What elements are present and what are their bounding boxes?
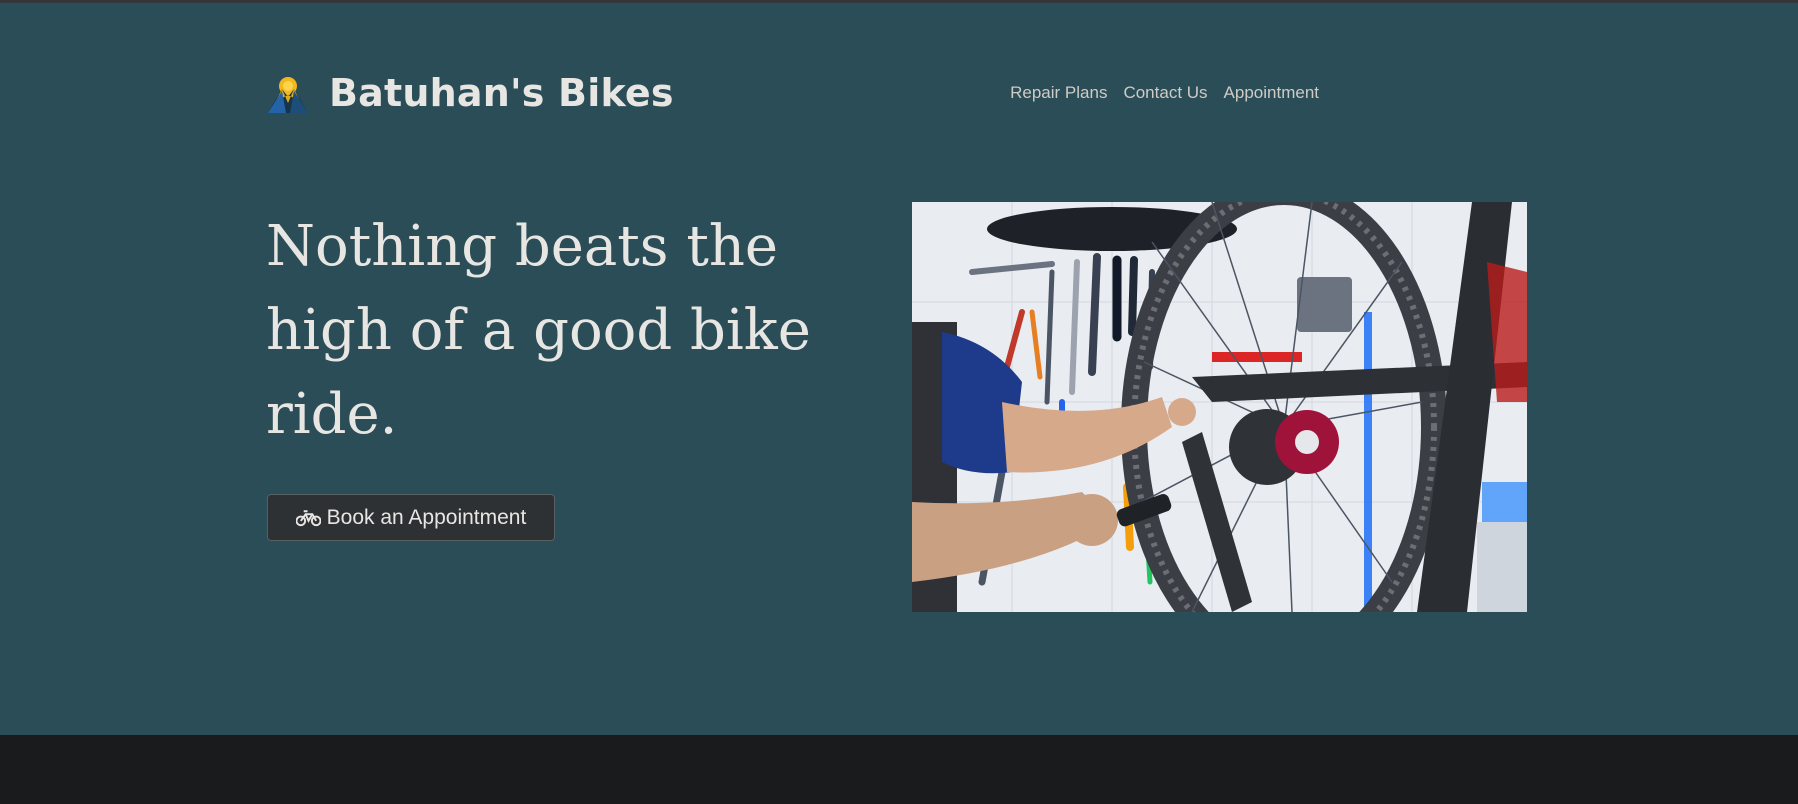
nav-link-repair-plans[interactable]: Repair Plans — [1010, 83, 1107, 103]
brand[interactable]: Batuhan's Bikes — [266, 67, 674, 119]
nav-link-appointment[interactable]: Appointment — [1224, 83, 1319, 103]
mechanic-repairing-bike-image — [912, 202, 1527, 612]
mountain-sun-logo-icon — [268, 77, 308, 113]
book-appointment-button[interactable]: Book an Appointment — [267, 494, 555, 541]
nav-link-contact-us[interactable]: Contact Us — [1123, 83, 1207, 103]
brand-name: Batuhan's Bikes — [329, 71, 674, 115]
book-appointment-label: Book an Appointment — [326, 505, 527, 529]
hero-section: Batuhan's Bikes Repair Plans Contact Us … — [0, 3, 1798, 735]
hero-headline: Nothing beats the high of a good bike ri… — [266, 214, 811, 447]
main-nav: Repair Plans Contact Us Appointment — [1010, 83, 1319, 103]
page-footer-band — [0, 735, 1798, 804]
bicycle-icon — [295, 509, 321, 526]
hero-image — [912, 202, 1527, 612]
